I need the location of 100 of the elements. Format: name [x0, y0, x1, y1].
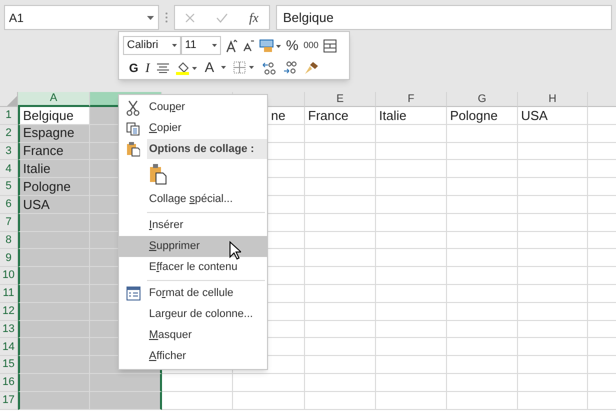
- column-header[interactable]: E: [305, 92, 376, 107]
- borders-icon[interactable]: [233, 61, 256, 74]
- table-cell: [305, 356, 376, 374]
- table-cell: USA: [18, 196, 90, 214]
- menu-item[interactable]: Supprimer: [119, 236, 267, 257]
- table-cell: [447, 178, 518, 196]
- table-cell: [18, 320, 90, 338]
- row-number: 8: [0, 232, 18, 250]
- formula-field[interactable]: Belgique: [276, 5, 612, 30]
- table-cell: [305, 267, 376, 285]
- table-cell: Italie: [18, 160, 90, 178]
- format-painter-icon[interactable]: [304, 60, 320, 74]
- row-number: 2: [0, 124, 18, 143]
- scissors-icon: [126, 100, 140, 116]
- column-header[interactable]: H: [518, 92, 588, 107]
- table-cell: [518, 356, 588, 374]
- font-dropdown[interactable]: Calibri: [123, 36, 181, 55]
- table-cell: [305, 196, 376, 214]
- table-cell: [305, 284, 376, 303]
- shrink-font-icon[interactable]: [243, 40, 254, 52]
- table-cell: Pologne: [447, 107, 518, 125]
- table-cell: [376, 320, 447, 338]
- grow-font-icon[interactable]: [226, 38, 238, 52]
- table-cell: [376, 178, 447, 196]
- table-cell: [447, 249, 518, 268]
- table-cell: [18, 284, 90, 303]
- menu-item[interactable]: Largeur de colonne...: [119, 304, 267, 325]
- table-cell: USA: [518, 107, 588, 125]
- table-cell: Pologne: [18, 178, 90, 196]
- table-cell: [518, 374, 588, 392]
- table-cell: [518, 214, 588, 232]
- menu-item[interactable]: Couper: [119, 97, 267, 118]
- table-cell: [518, 249, 588, 268]
- table-cell: [518, 196, 588, 214]
- table-cell: [447, 356, 518, 374]
- table-cell: [518, 232, 588, 250]
- table-cell: [518, 160, 588, 178]
- table-cell: [18, 356, 90, 374]
- menu-item[interactable]: Collage spécial...: [119, 189, 267, 210]
- increase-decimal-icon[interactable]: [262, 60, 276, 74]
- table-cell: [305, 160, 376, 178]
- italic-button[interactable]: I: [145, 58, 150, 78]
- table-cell: [588, 142, 616, 160]
- menu-item[interactable]: Copier: [119, 118, 267, 139]
- align-center-icon[interactable]: [156, 62, 169, 72]
- bold-button[interactable]: G: [129, 58, 138, 76]
- table-cell: [518, 284, 588, 303]
- menu-item[interactable]: Afficher: [119, 346, 267, 367]
- table-cell: [305, 249, 376, 268]
- table-cell: [518, 338, 588, 356]
- font-size-dropdown[interactable]: 11: [181, 36, 221, 55]
- row-number: 15: [0, 356, 18, 374]
- menu-item[interactable]: Format de cellule: [119, 283, 267, 304]
- fill-color-icon[interactable]: [176, 60, 198, 74]
- row-number: 11: [0, 284, 18, 303]
- column-header[interactable]: F: [376, 92, 447, 107]
- table-cell: [376, 284, 447, 303]
- table-format-icon[interactable]: [323, 38, 338, 52]
- row-number: 7: [0, 214, 18, 232]
- table-cell: [376, 214, 447, 232]
- table-cell: Italie: [376, 107, 447, 125]
- menu-section-header: Options de collage :: [147, 139, 267, 159]
- table-cell: [305, 214, 376, 232]
- table-cell: [162, 374, 233, 392]
- copy-icon: [126, 122, 140, 136]
- check-icon[interactable]: [216, 12, 228, 22]
- name-box[interactable]: A1: [4, 5, 159, 30]
- table-cell: [305, 232, 376, 250]
- table-cell: [518, 320, 588, 338]
- table-cell: [305, 178, 376, 196]
- table-cell: [90, 392, 162, 410]
- table-cell: [305, 338, 376, 356]
- insert-function-button[interactable]: fx: [249, 8, 259, 28]
- table-cell: [447, 124, 518, 143]
- number-format-icon[interactable]: [259, 38, 281, 52]
- table-cell: [376, 302, 447, 321]
- table-cell: [18, 214, 90, 232]
- font-color-button[interactable]: A: [204, 57, 214, 78]
- dropdown-arrow-icon: [212, 44, 217, 47]
- thousands-separator-button[interactable]: 000: [303, 38, 318, 52]
- row-number: 1: [0, 107, 18, 125]
- format-cells-icon: [126, 286, 140, 301]
- row-number: 12: [0, 302, 18, 321]
- menu-item[interactable]: Insérer: [119, 215, 267, 236]
- menu-item[interactable]: Masquer: [119, 325, 267, 346]
- row-number: 14: [0, 338, 18, 356]
- menu-item[interactable]: Effacer le contenu: [119, 257, 267, 278]
- table-cell: [447, 196, 518, 214]
- table-cell: [518, 124, 588, 143]
- decrease-decimal-icon[interactable]: [283, 60, 298, 74]
- table-cell: [305, 124, 376, 143]
- clipboard-icon: [126, 141, 140, 157]
- column-header[interactable]: A: [18, 92, 90, 107]
- column-header[interactable]: G: [447, 92, 518, 107]
- percent-style-button[interactable]: %: [286, 35, 298, 56]
- row-number: 4: [0, 160, 18, 178]
- table-cell: [376, 124, 447, 143]
- dropdown-arrow-icon[interactable]: [221, 66, 226, 69]
- row-number: 17: [0, 392, 18, 410]
- paste-icon[interactable]: [149, 163, 167, 185]
